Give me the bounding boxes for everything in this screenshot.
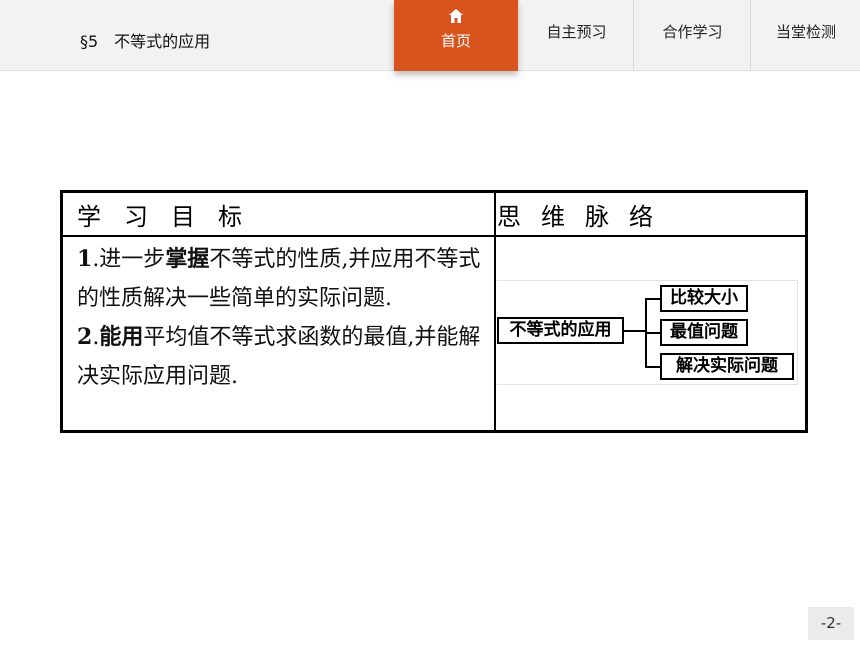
top-navigation-bar: §5 不等式的应用 首页 自主预习 合作学习 当堂检测 [0, 0, 860, 71]
objective-2: 2.能用平均值不等式求函数的最值,并能解决实际应用问题. [77, 318, 487, 396]
tab-in-class-test[interactable]: 当堂检测 [750, 0, 860, 70]
learning-objectives-text: 1.进一步掌握不等式的性质,并应用不等式的性质解决一些简单的实际问题. 2.能用… [77, 240, 487, 396]
mind-map-connector [645, 298, 660, 300]
objective-2-number: 2 [77, 324, 93, 350]
mind-map-branch-extremum: 最值问题 [660, 319, 748, 346]
table-row-divider [63, 235, 805, 237]
objective-1-keyword: 掌握 [165, 246, 210, 272]
objectives-table: 学习目标 思维脉络 1.进一步掌握不等式的性质,并应用不等式的性质解决一些简单的… [60, 190, 808, 433]
table-column-divider [494, 193, 496, 430]
page-title: §5 不等式的应用 [80, 32, 211, 51]
mind-map-root: 不等式的应用 [497, 317, 624, 344]
home-button[interactable]: 首页 [394, 0, 518, 71]
mind-map-branch-compare: 比较大小 [660, 285, 748, 312]
objective-1-prefix: .进一步 [92, 247, 166, 272]
objective-1-number: 1 [77, 246, 93, 272]
learning-objectives-heading: 学习目标 [77, 203, 265, 231]
home-icon [449, 9, 463, 23]
tab-self-study[interactable]: 自主预习 [518, 0, 634, 70]
objective-1: 1.进一步掌握不等式的性质,并应用不等式的性质解决一些简单的实际问题. [77, 240, 487, 318]
home-label: 首页 [440, 32, 471, 50]
mind-map-connector [645, 366, 660, 368]
objective-2-keyword: 能用 [99, 324, 144, 350]
mind-map-connector [624, 330, 646, 332]
thinking-outline-heading: 思维脉络 [497, 203, 673, 231]
mind-map-connector [645, 332, 660, 334]
mind-map: 不等式的应用 比较大小 最值问题 解决实际问题 [497, 280, 798, 385]
mind-map-branch-practical: 解决实际问题 [660, 353, 794, 380]
page-number: -2- [808, 607, 854, 640]
tab-cooperative-learning[interactable]: 合作学习 [633, 0, 751, 70]
